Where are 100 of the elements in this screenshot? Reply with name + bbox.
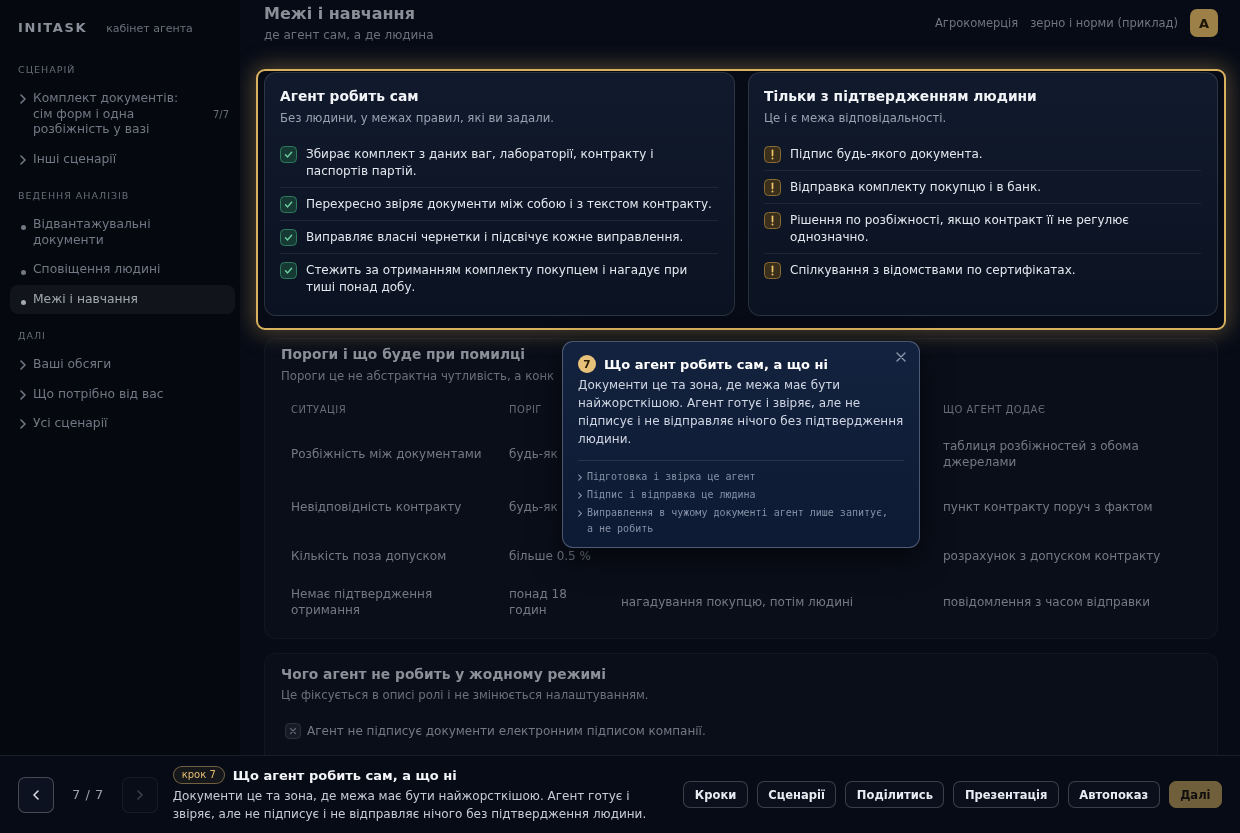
tour-button[interactable]: Кроки [683,781,748,808]
check-icon [280,261,297,279]
check-icon [280,145,297,163]
step-number-badge: 7 [578,355,596,373]
dot-icon [20,225,26,230]
table-cell: нагадування покупцю, потім людині [621,594,854,610]
chevron-right-icon [578,474,582,481]
section-title: Пороги і що буде при помилці [281,345,525,364]
section-subtitle: Це фіксується в описі ролі і не змінюється налаштуванням. [281,687,650,703]
brand-caption: кабінет агента [106,22,193,35]
table-cell-text: Немає підтвердження отримання [291,586,434,618]
table-cell: пункт контракту поруч з фактом [943,499,1153,515]
section-subtitle: Пороги це не абстрактна чутливість, а конк [281,368,555,384]
close-button[interactable] [894,350,908,364]
table-cell: розрахунок з допуском контракту [943,548,1161,564]
section-heading: СЦЕНАРІЙ [17,64,77,76]
context-label: Агрокомерція [935,16,1019,30]
page-subtitle: де агент сам, а де людина [264,27,434,43]
nav-item-label: Відвантажувальні документи [33,217,152,248]
close-icon [896,352,906,362]
card-title: Тільки з підтвердженням людини [764,87,1038,106]
nav-item-label: Інші сценарії [33,151,118,167]
chevron-right-icon [136,789,143,800]
card-subtitle: Без людини, у межах правил, які ви задали. [280,110,555,127]
chevron-right-icon [20,94,26,104]
tour-button[interactable]: Сценарії [756,781,837,808]
table-cell: Розбіжність між документами [291,446,482,462]
step-title: Що агент робить сам, а що ні [232,767,457,783]
rule-text: Виправляє власні чернетки і підсвічує кожне виправлення. [306,228,685,246]
section-title: Чого агент не робить у жодному режимі [281,665,608,684]
rule-text: Перехресно звіряє документи між собою і з текстом контракту. [306,195,713,213]
exclamation-icon [764,178,781,196]
rule-text: Спілкування з відомствами по сертифікатах. [790,261,1077,279]
chevron-right-icon [20,419,26,429]
rule-text: Агент не підписує документи електронним підписом компанії. [307,723,706,740]
brand-logo: INITASK [18,20,88,35]
chevron-right-icon [578,492,582,499]
nav-item[interactable]: Ваші обсяги [10,350,235,380]
chevron-right-icon [20,154,26,165]
table-cell: будь-як [509,499,558,515]
card-title: Агент робить сам [280,87,420,106]
user-avatar[interactable]: A [1190,9,1218,37]
rule-text: Рішення по розбіжності, якщо контракт її не регулює однозначно. [790,211,1130,246]
chevron-right-icon [578,510,582,517]
tooltip-title: Що агент робить сам, а що ні [604,356,828,372]
nav-item-label: Що потрібно від вас [33,386,165,402]
table-cell: більше 0.5 % [509,548,591,564]
card-subtitle: Це і є межа відповідальності. [764,110,948,127]
page-title: Межі і навчання [264,4,416,24]
chevron-left-icon [33,789,39,800]
nav-item-label: Ваші обсяги [33,357,113,373]
dot-icon [20,299,26,305]
chevron-right-icon [20,360,26,370]
column-header: СИТУАЦІЯ [291,403,347,417]
rule-text: Стежить за отриманням комплекту покупцем і нагадує при тиші понад добу. [306,261,689,296]
nav-item[interactable]: Межі і навчання [10,284,235,314]
table-cell: Невідповідність контракту [291,499,462,515]
table-cell-text: таблиця розбіжностей з обома джерелами [943,438,1140,470]
dot-icon [20,270,26,275]
rule-text: Підпис будь-якого документа. [790,145,984,163]
nav-item-label: Комплект документів: сім форм і одна розбіжність у вазі [33,91,180,138]
nav-item[interactable]: Сповіщення людині [10,255,235,285]
column-header: ПОРІГ [509,403,542,417]
step-badge: крок 7 [172,766,225,784]
step-description: Документи це та зона, де межа має бути найжорсткішою. Агент готує і звіряє, але не підписує і не відправляє нічого без підтвердження людини. [172,788,648,823]
nav-item-label: Сповіщення людині [33,262,162,278]
tooltip-note: Підготовка і звірка це агент [587,470,757,484]
check-icon [280,228,297,246]
table-cell: повідомлення з часом відправки [943,594,1151,610]
table-cell: будь-як [509,446,558,462]
tour-button[interactable]: Презентація [953,781,1059,808]
section-heading: ДАЛІ [17,330,47,342]
cross-icon [285,723,301,739]
exclamation-icon [764,145,781,163]
nav-item[interactable]: Усі сценарії [10,409,235,439]
column-header: ЩО АГЕНТ ДОДАЄ [943,403,1046,417]
exclamation-icon [764,211,781,229]
tooltip-note: Виправлення в чужому документі агент лише запитує, а не робить [587,506,890,536]
section-heading: ВЕДЕННЯ АНАЛІЗІВ [17,190,131,202]
nav-item[interactable]: Що потрібно від вас [10,379,235,409]
table-cell: Кількість поза допуском [291,548,447,564]
chevron-right-icon [20,389,26,400]
tooltip-note: Підпис і відправка це людина [587,488,757,502]
exclamation-icon [764,261,781,279]
nav-item[interactable]: Комплект документів: сім форм і одна розбіжність у вазі 7/7 [10,84,235,145]
nav-item-label: Межі і навчання [33,291,139,307]
nav-item-label: Усі сценарії [33,416,109,432]
context-label: зерно і норми (приклад) [1030,16,1178,30]
nav-item[interactable]: Інші сценарії [10,144,235,174]
table-cell-text: понад 18 годин [509,586,568,618]
previous-button[interactable] [18,776,54,813]
nav-item[interactable]: Відвантажувальні документи [10,210,235,255]
rule-text: Відправка комплекту покупцю і в банк. [790,178,1043,196]
tooltip-text: Документи це та зона, де межа має бути найжорсткішою. Агент готує і звіряє, але не підписує і не відправляє нічого без підтвердження людини. [578,377,905,448]
tour-button[interactable]: Поділитись [845,781,945,808]
item-count: 7/7 [212,107,229,122]
step-counter: 7 / 7 [72,787,104,802]
check-icon [280,195,297,213]
tour-button[interactable]: Автопоказ [1067,781,1160,808]
rule-text: Збирає комплект з даних ваг, лабораторії, контракту і паспортів партій. [306,145,655,180]
